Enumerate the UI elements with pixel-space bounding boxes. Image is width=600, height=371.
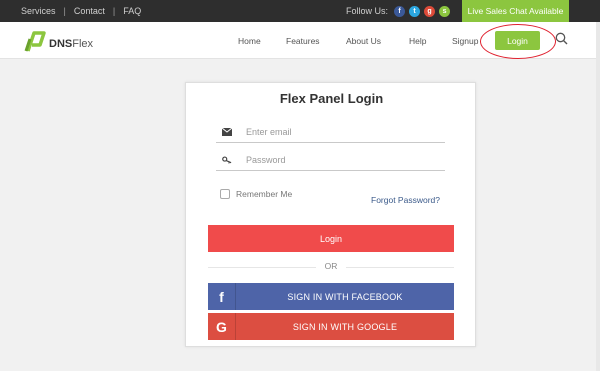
highlight-circle bbox=[480, 24, 556, 59]
remember-checkbox[interactable] bbox=[220, 189, 230, 199]
google-signin-button[interactable]: G SIGN IN WITH GOOGLE bbox=[208, 313, 454, 340]
search-icon[interactable] bbox=[555, 32, 568, 45]
facebook-icon[interactable]: f bbox=[394, 5, 406, 17]
skype-icon[interactable]: s bbox=[439, 5, 451, 17]
or-label: OR bbox=[316, 261, 346, 271]
forgot-password-link[interactable]: Forgot Password? bbox=[371, 195, 440, 205]
password-input[interactable] bbox=[246, 154, 426, 165]
logo[interactable]: DNSFlex bbox=[24, 28, 93, 54]
facebook-icon: f bbox=[208, 283, 236, 310]
twitter-icon[interactable]: t bbox=[409, 5, 421, 17]
page-scrollbar[interactable] bbox=[596, 22, 600, 371]
nav-home[interactable]: Home bbox=[238, 36, 261, 46]
envelope-icon bbox=[222, 127, 232, 136]
logo-text: DNSFlex bbox=[49, 38, 93, 50]
separator: | bbox=[112, 6, 116, 16]
follow-us: Follow Us: f t g s bbox=[346, 0, 451, 22]
facebook-signin-button[interactable]: f SIGN IN WITH FACEBOOK bbox=[208, 283, 454, 310]
top-bar: Services | Contact | FAQ Follow Us: f t … bbox=[0, 0, 600, 22]
nav-features[interactable]: Features bbox=[286, 36, 320, 46]
google-icon: G bbox=[208, 313, 236, 340]
logo-text-light: Flex bbox=[72, 38, 94, 50]
google-plus-icon[interactable]: g bbox=[424, 5, 436, 17]
facebook-signin-label: SIGN IN WITH FACEBOOK bbox=[287, 291, 403, 302]
contact-link[interactable]: Contact bbox=[74, 6, 105, 16]
email-input[interactable] bbox=[246, 126, 426, 137]
remember-me[interactable]: Remember Me bbox=[220, 189, 292, 199]
header: DNSFlex Home Features About Us Help Sign… bbox=[0, 22, 600, 59]
google-signin-label: SIGN IN WITH GOOGLE bbox=[292, 321, 398, 332]
services-link[interactable]: Services bbox=[21, 6, 56, 16]
nav-about-us[interactable]: About Us bbox=[346, 36, 381, 46]
email-field-row bbox=[216, 121, 445, 143]
follow-label: Follow Us: bbox=[346, 6, 389, 16]
logo-icon bbox=[24, 31, 46, 52]
nav-signup[interactable]: Signup bbox=[452, 36, 478, 46]
top-links: Services | Contact | FAQ bbox=[21, 0, 141, 22]
remember-label: Remember Me bbox=[236, 189, 293, 199]
logo-text-bold: DNS bbox=[49, 38, 73, 50]
login-title: Flex Panel Login bbox=[279, 91, 384, 106]
key-icon bbox=[222, 155, 232, 164]
separator: | bbox=[63, 6, 66, 16]
password-field-row bbox=[216, 149, 445, 171]
live-chat-button[interactable]: Live Sales Chat Available bbox=[462, 0, 569, 22]
nav-help[interactable]: Help bbox=[409, 36, 426, 46]
login-submit-button[interactable]: Login bbox=[208, 225, 454, 252]
faq-link[interactable]: FAQ bbox=[123, 6, 141, 16]
login-card: Flex Panel Login Remember Me Forgot Pass… bbox=[185, 82, 476, 347]
